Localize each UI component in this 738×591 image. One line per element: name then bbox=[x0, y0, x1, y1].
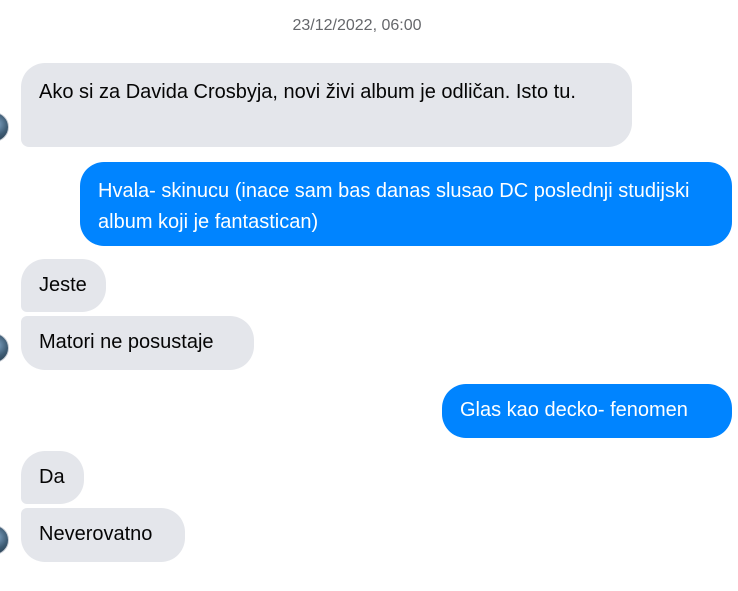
outgoing-message[interactable]: Glas kao decko- fenomen bbox=[442, 384, 732, 438]
contact-avatar-icon[interactable] bbox=[0, 112, 9, 142]
contact-avatar-icon[interactable] bbox=[0, 333, 9, 363]
incoming-message[interactable]: Matori ne posustaje bbox=[21, 316, 254, 370]
contact-avatar-icon[interactable] bbox=[0, 525, 9, 555]
incoming-message[interactable]: Neverovatno bbox=[21, 508, 185, 562]
incoming-message[interactable]: Jeste bbox=[21, 259, 106, 312]
incoming-message[interactable]: Ako si za Davida Crosbyja, novi živi alb… bbox=[21, 63, 632, 147]
incoming-message[interactable]: Da bbox=[21, 451, 84, 504]
message-timestamp: 23/12/2022, 06:00 bbox=[292, 17, 422, 34]
outgoing-message[interactable]: Hvala- skinucu (inace sam bas danas slus… bbox=[80, 162, 732, 246]
